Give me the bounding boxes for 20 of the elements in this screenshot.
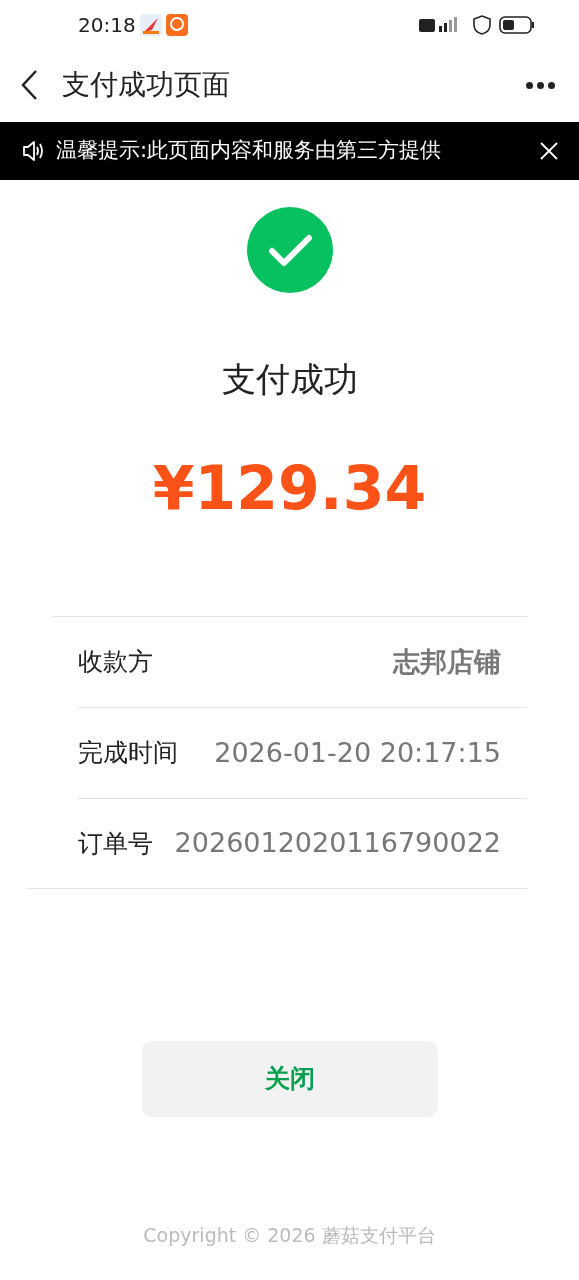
- notice-text: 温馨提示:此页面内容和服务由第三方提供: [56, 137, 443, 165]
- close-icon[interactable]: [539, 141, 559, 161]
- detail-label: 完成时间: [78, 737, 178, 770]
- detail-value: 2026-01-20 20:17:15: [214, 735, 501, 770]
- close-button[interactable]: 关闭: [141, 1041, 438, 1117]
- app-icon: [165, 14, 188, 36]
- page-title: 支付成功页面: [62, 67, 231, 103]
- status-text: 支付成功: [221, 358, 358, 401]
- detail-value: 志邦店铺: [393, 644, 501, 679]
- amount-text: ¥129.34: [152, 453, 427, 523]
- battery-icon: [499, 16, 535, 34]
- detail-value: 2026012020116790022: [174, 826, 501, 861]
- app-icon: [139, 14, 162, 36]
- detail-label: 订单号: [78, 827, 153, 860]
- success-check-icon: [246, 207, 333, 293]
- speaker-icon: [22, 140, 46, 162]
- copyright-text: Copyright © 2026 蘑菇支付平台: [143, 1223, 436, 1248]
- status-time: 20:18: [78, 12, 136, 39]
- shield-icon: [473, 15, 491, 35]
- detail-label: 收款方: [78, 646, 153, 679]
